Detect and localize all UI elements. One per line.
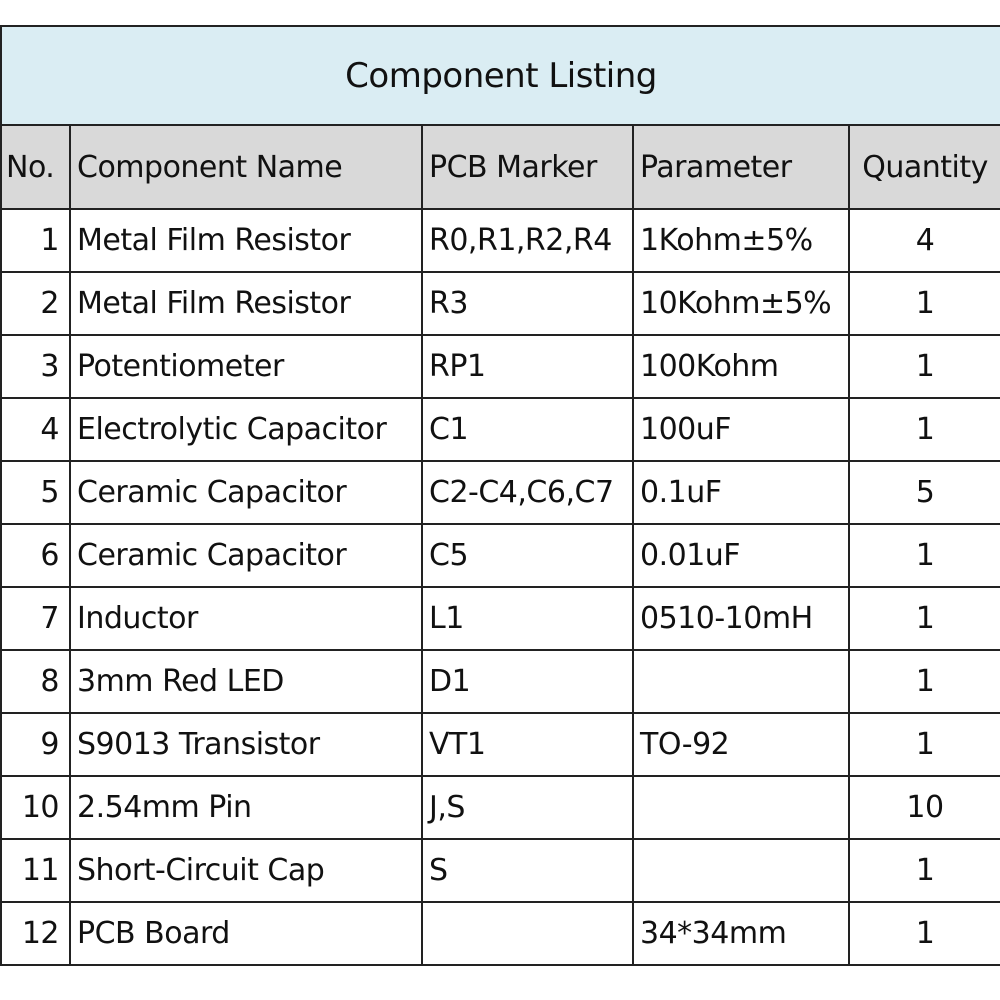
table-row: 4 Electrolytic Capacitor C1 100uF 1 xyxy=(0,397,1000,462)
table-row: 3 Potentiometer RP1 100Kohm 1 xyxy=(0,334,1000,399)
cell-pcb-marker: C1 xyxy=(421,397,634,462)
cell-no: 6 xyxy=(0,523,71,588)
component-listing-table: Component Listing No. Component Name PCB… xyxy=(0,25,1000,966)
cell-parameter: 0.01uF xyxy=(632,523,850,588)
cell-parameter xyxy=(632,838,850,903)
cell-parameter: 1Kohm±5% xyxy=(632,208,850,273)
cell-pcb-marker: L1 xyxy=(421,586,634,651)
cell-pcb-marker: C2-C4,C6,C7 xyxy=(421,460,634,525)
cell-pcb-marker: RP1 xyxy=(421,334,634,399)
table-row: 11 Short-Circuit Cap S 1 xyxy=(0,838,1000,903)
cell-quantity: 1 xyxy=(847,838,1000,903)
cell-no: 1 xyxy=(0,208,71,273)
cell-no: 10 xyxy=(0,775,71,840)
cell-quantity: 10 xyxy=(847,775,1000,840)
column-header-parameter: Parameter xyxy=(632,124,850,210)
cell-quantity: 5 xyxy=(847,460,1000,525)
cell-pcb-marker xyxy=(421,901,634,966)
cell-no: 4 xyxy=(0,397,71,462)
table-row: 6 Ceramic Capacitor C5 0.01uF 1 xyxy=(0,523,1000,588)
table-row: 9 S9013 Transistor VT1 TO-92 1 xyxy=(0,712,1000,777)
cell-no: 12 xyxy=(0,901,71,966)
cell-parameter: 100Kohm xyxy=(632,334,850,399)
table-row: 12 PCB Board 34*34mm 1 xyxy=(0,901,1000,966)
cell-component-name: S9013 Transistor xyxy=(69,712,423,777)
cell-parameter: TO-92 xyxy=(632,712,850,777)
cell-parameter: 0.1uF xyxy=(632,460,850,525)
table-row: 5 Ceramic Capacitor C2-C4,C6,C7 0.1uF 5 xyxy=(0,460,1000,525)
cell-no: 2 xyxy=(0,271,71,336)
cell-component-name: Inductor xyxy=(69,586,423,651)
cell-component-name: 3mm Red LED xyxy=(69,649,423,714)
cell-quantity: 1 xyxy=(847,334,1000,399)
cell-quantity: 1 xyxy=(847,586,1000,651)
cell-pcb-marker: D1 xyxy=(421,649,634,714)
cell-no: 11 xyxy=(0,838,71,903)
cell-pcb-marker: J,S xyxy=(421,775,634,840)
cell-component-name: Ceramic Capacitor xyxy=(69,523,423,588)
cell-component-name: Metal Film Resistor xyxy=(69,271,423,336)
table-body: 1 Metal Film Resistor R0,R1,R2,R4 1Kohm±5% 4… xyxy=(0,208,1000,966)
column-header-component-name: Component Name xyxy=(69,124,423,210)
cell-quantity: 1 xyxy=(847,397,1000,462)
cell-component-name: Ceramic Capacitor xyxy=(69,460,423,525)
cell-quantity: 1 xyxy=(847,712,1000,777)
cell-parameter: 0510-10mH xyxy=(632,586,850,651)
table-row: 10 2.54mm Pin J,S 10 xyxy=(0,775,1000,840)
cell-component-name: Potentiometer xyxy=(69,334,423,399)
cell-component-name: 2.54mm Pin xyxy=(69,775,423,840)
column-header-quantity: Quantity xyxy=(847,124,1000,210)
table-title: Component Listing xyxy=(0,25,1000,126)
cell-pcb-marker: R0,R1,R2,R4 xyxy=(421,208,634,273)
cell-pcb-marker: VT1 xyxy=(421,712,634,777)
cell-no: 3 xyxy=(0,334,71,399)
cell-quantity: 1 xyxy=(847,523,1000,588)
table-row: 7 Inductor L1 0510-10mH 1 xyxy=(0,586,1000,651)
cell-parameter: 100uF xyxy=(632,397,850,462)
column-header-no: No. xyxy=(0,124,71,210)
cell-quantity: 1 xyxy=(847,649,1000,714)
header-row: No. Component Name PCB Marker Parameter … xyxy=(0,124,1000,210)
cell-quantity: 1 xyxy=(847,901,1000,966)
cell-no: 5 xyxy=(0,460,71,525)
column-header-pcb-marker: PCB Marker xyxy=(421,124,634,210)
cell-quantity: 4 xyxy=(847,208,1000,273)
cell-no: 9 xyxy=(0,712,71,777)
cell-component-name: Metal Film Resistor xyxy=(69,208,423,273)
cell-parameter xyxy=(632,649,850,714)
cell-component-name: Electrolytic Capacitor xyxy=(69,397,423,462)
cell-component-name: Short-Circuit Cap xyxy=(69,838,423,903)
title-row: Component Listing xyxy=(0,25,1000,126)
table-row: 1 Metal Film Resistor R0,R1,R2,R4 1Kohm±5% 4 xyxy=(0,208,1000,273)
cell-pcb-marker: C5 xyxy=(421,523,634,588)
cell-parameter: 34*34mm xyxy=(632,901,850,966)
cell-quantity: 1 xyxy=(847,271,1000,336)
cell-component-name: PCB Board xyxy=(69,901,423,966)
cell-pcb-marker: S xyxy=(421,838,634,903)
cell-pcb-marker: R3 xyxy=(421,271,634,336)
cell-parameter xyxy=(632,775,850,840)
cell-no: 8 xyxy=(0,649,71,714)
table-row: 2 Metal Film Resistor R3 10Kohm±5% 1 xyxy=(0,271,1000,336)
cell-no: 7 xyxy=(0,586,71,651)
table-row: 8 3mm Red LED D1 1 xyxy=(0,649,1000,714)
cell-parameter: 10Kohm±5% xyxy=(632,271,850,336)
